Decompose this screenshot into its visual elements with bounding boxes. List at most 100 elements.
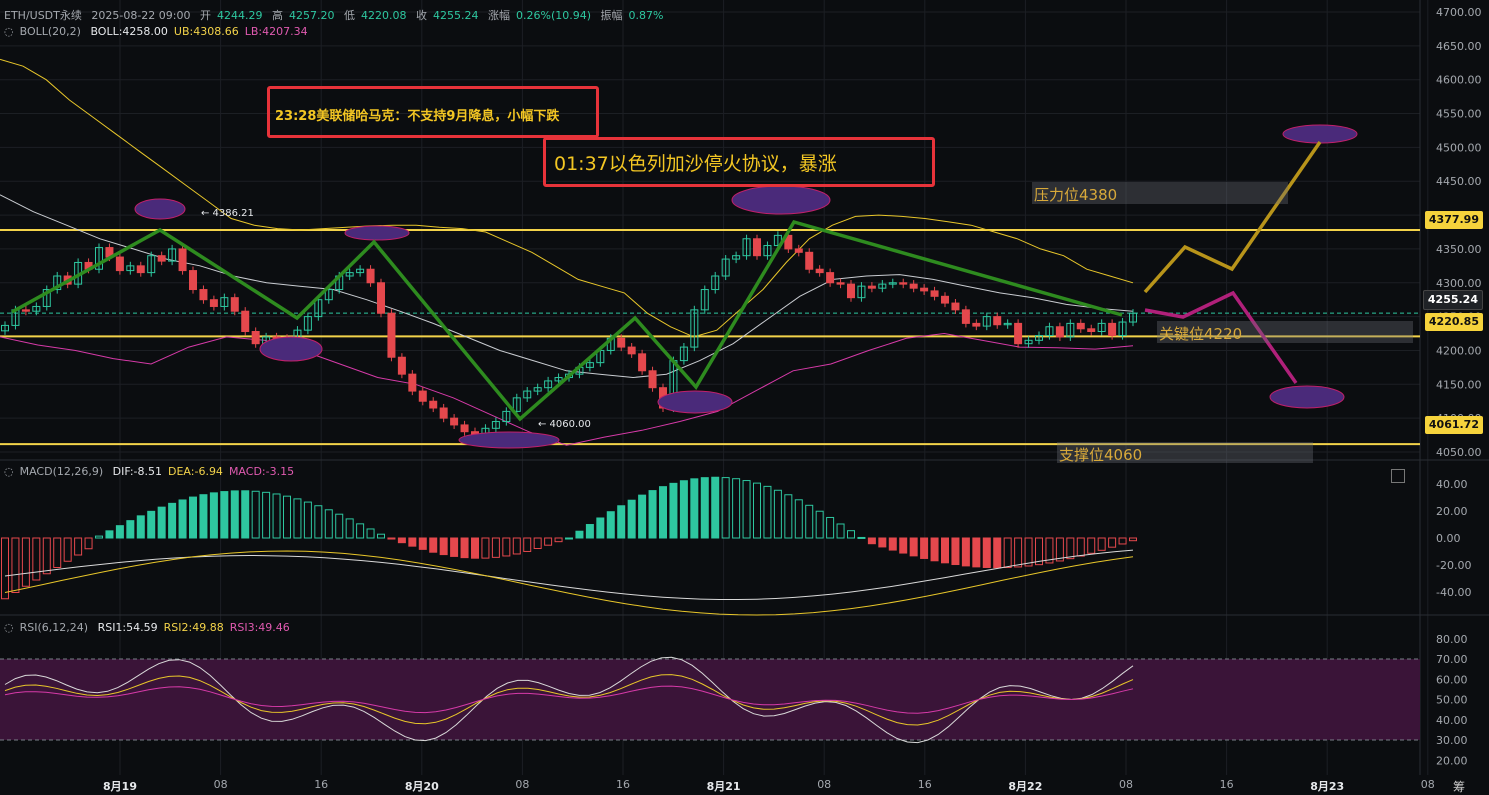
rsi-band <box>0 659 1420 740</box>
macd-bar <box>679 480 688 539</box>
chip-toggle[interactable]: 筹 <box>1453 778 1465 795</box>
macd-bar <box>115 525 124 539</box>
macd-bar <box>1003 537 1012 569</box>
rsi-tick-label: 80.00 <box>1436 633 1468 646</box>
macd-bar <box>909 537 918 557</box>
macd-bar <box>920 537 929 559</box>
macd-bar <box>1076 537 1085 557</box>
macd-bar <box>53 537 62 568</box>
macd-bar <box>1066 537 1075 560</box>
y-tick-label: 4350.00 <box>1436 243 1482 256</box>
macd-bar <box>209 492 218 539</box>
x-tick-label: 16 <box>314 778 329 791</box>
macd-bar <box>878 537 887 548</box>
candle-body <box>648 370 657 389</box>
low-value: 4220.08 <box>361 9 407 22</box>
macd-bar <box>930 537 939 562</box>
candle-body <box>439 407 448 419</box>
highlight-ellipse <box>458 431 560 449</box>
expand-icon[interactable] <box>1391 469 1405 483</box>
macd-bar <box>711 476 720 539</box>
macd-bar <box>136 515 145 539</box>
macd-bar <box>189 496 197 539</box>
macd-bar <box>502 537 511 557</box>
price-chart[interactable]: 4700.00 4650.00 4600.00 4550.00 4500.00 4450.… <box>0 0 1489 794</box>
macd-bar <box>941 537 949 564</box>
macd-bar <box>471 537 479 559</box>
macd-bar <box>993 537 1002 569</box>
candle-body <box>847 283 855 299</box>
macd-bar <box>826 516 835 539</box>
macd-bar <box>888 537 897 551</box>
macd-bar <box>648 490 657 539</box>
macd-bar <box>972 537 981 568</box>
y-tick-label: 4500.00 <box>1436 141 1482 154</box>
macd-bar <box>21 537 30 587</box>
candle-body <box>794 248 803 253</box>
candle-body <box>136 265 145 274</box>
x-tick-label: 08 <box>1420 778 1435 791</box>
candle-body <box>418 390 427 402</box>
y-tick-label: 4150.00 <box>1436 378 1482 391</box>
x-tick-label: 8月19 <box>103 780 137 793</box>
macd-bar <box>272 493 281 539</box>
macd-bar <box>32 537 41 581</box>
highlight-ellipse <box>1269 385 1345 409</box>
highlight-ellipse <box>344 225 410 241</box>
macd-bar <box>815 510 824 539</box>
candle-body <box>115 256 124 272</box>
rsi-tick-label: 60.00 <box>1436 673 1468 686</box>
rsi-tick-label: 20.00 <box>1436 754 1468 767</box>
candle-body <box>397 356 406 375</box>
candle-body <box>836 282 845 285</box>
macd-bar <box>481 537 490 559</box>
macd-bar <box>690 478 699 539</box>
candle-body <box>867 285 876 289</box>
macd-bar <box>147 510 156 539</box>
candle-body <box>209 299 218 307</box>
bullish-projection <box>1143 141 1322 294</box>
macd-bar <box>418 537 427 550</box>
candle-body <box>1087 328 1096 333</box>
macd-bar <box>575 530 584 539</box>
macd-bar <box>199 494 208 539</box>
macd-bar <box>700 477 709 539</box>
resistance-zone: 压力位4380 <box>1032 182 1288 204</box>
boll-header[interactable]: ◌ BOLL(20,2) BOLL:4258.00 UB:4308.66 LB:420… <box>4 25 314 38</box>
x-tick-label: 8月20 <box>404 780 439 793</box>
macd-bar <box>42 537 51 575</box>
macd-bar <box>982 537 991 568</box>
rsi-header[interactable]: ◌ RSI(6,12,24) RSI1:54.59 RSI2:49.88 RSI3:4… <box>4 621 296 634</box>
main-header: ETH/USDT永续 2025-08-22 09:00 开 4244.29 高 42… <box>4 9 664 22</box>
macd-bar <box>1014 537 1023 568</box>
rsi-tick-label: 50.00 <box>1436 694 1468 707</box>
x-tick-label: 16 <box>917 778 932 791</box>
macd-bar <box>11 537 20 593</box>
candle-body <box>21 309 30 312</box>
candle-body <box>826 272 835 284</box>
macd-bar <box>805 504 814 539</box>
y-tick-label: 4200.00 <box>1436 344 1482 357</box>
macd-bar <box>867 537 876 545</box>
candle-body <box>157 255 166 262</box>
macd-bar <box>606 511 615 539</box>
x-tick-label: 08 <box>515 778 530 791</box>
macd-bar <box>638 494 647 539</box>
macd-bar <box>491 537 500 558</box>
highlight-ellipse <box>1282 124 1358 144</box>
candle-body <box>930 290 939 297</box>
candle-body <box>899 282 908 285</box>
macd-bar <box>554 537 563 543</box>
close-value: 4255.24 <box>433 9 479 22</box>
x-tick-label: 8月21 <box>706 780 741 793</box>
macd-bar <box>283 495 291 539</box>
macd-bar <box>753 482 761 539</box>
macd-bar <box>899 537 908 554</box>
macd-bar <box>961 537 970 567</box>
bell-icon: ◌ <box>4 621 14 634</box>
macd-header[interactable]: ◌ MACD(12,26,9) DIF:-8.51 DEA:-6.94 MACD:-3… <box>4 465 300 478</box>
x-tick-label: 08 <box>213 778 228 791</box>
candle-body <box>189 270 197 291</box>
symbol: ETH/USDT永续 <box>4 9 82 22</box>
macd-bar <box>773 489 782 539</box>
